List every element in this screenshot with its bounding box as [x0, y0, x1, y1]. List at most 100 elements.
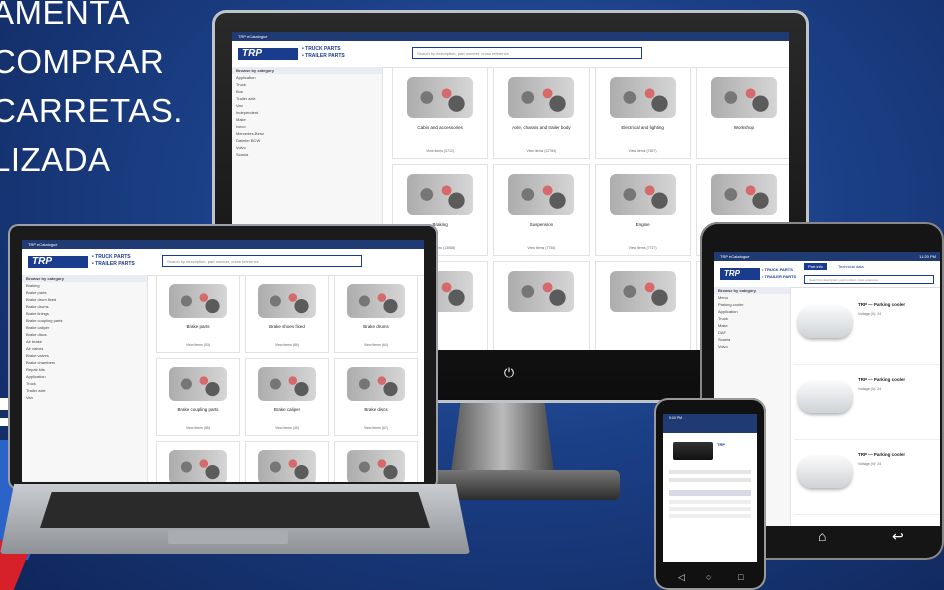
trp-logo[interactable]: TRP	[28, 256, 88, 268]
product-row[interactable]: TRP — Parking cooler Voltage (V): 24	[794, 290, 940, 365]
trp-logo[interactable]: TRP	[720, 268, 760, 280]
sidebar-item[interactable]: Browse by category	[232, 67, 382, 74]
sidebar-item[interactable]: Brake caliper	[22, 324, 147, 331]
view-items-link[interactable]: View items (3712)	[393, 149, 487, 153]
sidebar-item[interactable]: Trailer axle	[22, 387, 147, 394]
sidebar-item[interactable]: Application	[232, 74, 382, 81]
category-image	[508, 174, 575, 215]
power-icon[interactable]: ⏻	[502, 366, 516, 380]
product-image	[798, 306, 852, 338]
sidebar-item[interactable]: Parking cooler	[714, 301, 790, 308]
sidebar-item[interactable]: Mercedes-Benz	[232, 130, 382, 137]
table-row	[669, 500, 751, 504]
home-icon[interactable]: ⌂	[818, 528, 826, 544]
category-card[interactable]: Brake discs View items (67)	[334, 358, 418, 436]
sidebar-item[interactable]: Iveco	[232, 123, 382, 130]
category-card[interactable]: Brake shoes fixed View items (89)	[245, 275, 329, 353]
trp-logo[interactable]: TRP	[238, 48, 298, 60]
category-label: Brake drums	[363, 323, 389, 329]
category-label: Brake shoes fixed	[269, 323, 305, 329]
category-label: Brake caliper	[273, 406, 301, 412]
sidebar-item[interactable]: Make	[232, 116, 382, 123]
category-card[interactable]	[334, 441, 418, 482]
product-spec: Voltage (V): 24	[858, 312, 882, 316]
sidebar-item[interactable]: Repair kits	[22, 366, 147, 373]
sidebar-item[interactable]: Van	[232, 102, 382, 109]
view-items-link[interactable]: View items (58)	[157, 426, 239, 430]
category-card[interactable]: Brake drums View items (64)	[334, 275, 418, 353]
sidebar-item[interactable]: Independent	[232, 109, 382, 116]
sidebar-item[interactable]: Truck	[714, 315, 790, 322]
sidebar-item[interactable]: Trailer axle	[232, 95, 382, 102]
product-title: TRP — Parking cooler	[858, 377, 906, 382]
sidebar-item[interactable]: Browse by category	[714, 287, 790, 294]
sidebar-item[interactable]: Scania	[232, 151, 382, 158]
laptop-touchpad	[168, 530, 288, 544]
product-image	[673, 442, 713, 460]
product-row[interactable]: TRP — Parking cooler Voltage (V): 24	[794, 440, 940, 515]
sidebar-item[interactable]: Application	[22, 373, 147, 380]
category-image	[407, 174, 474, 215]
sidebar-item[interactable]: Scania	[714, 336, 790, 343]
sidebar-item[interactable]: Brake linings	[22, 310, 147, 317]
category-card[interactable]: Cabin and accessories View items (3712)	[392, 67, 489, 159]
category-card[interactable]: Brake parts View items (53)	[156, 275, 240, 353]
back-icon[interactable]: ↩	[892, 528, 904, 545]
category-card[interactable]	[245, 441, 329, 482]
view-items-link[interactable]: View items (7736)	[494, 246, 588, 250]
phone-nav-tabs[interactable]	[663, 423, 757, 433]
category-card[interactable]	[493, 261, 590, 350]
sidebar-item[interactable]: Menu	[714, 294, 790, 301]
category-card[interactable]: Engine View items (7727)	[594, 164, 691, 256]
category-card[interactable]: Axle, chassis and trailer body View items…	[493, 67, 590, 159]
site-topbar: TRP eCatalogue	[232, 32, 789, 41]
view-items-link[interactable]: View items (7727)	[596, 246, 690, 250]
sidebar-item[interactable]: Make	[714, 322, 790, 329]
search-input[interactable]: Search by description, part number, cros…	[162, 255, 362, 267]
sidebar-item[interactable]: Bus	[232, 88, 382, 95]
product-row[interactable]: TRP — Parking cooler Voltage (V): 24	[794, 365, 940, 440]
sidebar-item[interactable]: Volvo	[714, 343, 790, 350]
back-icon[interactable]: ◁	[678, 572, 685, 583]
view-items-link[interactable]: View items (12764)	[494, 149, 588, 153]
category-card[interactable]: Electrical and lighting View items (7827)	[594, 67, 691, 159]
sidebar-item[interactable]: Brake valves	[22, 352, 147, 359]
sidebar-item[interactable]: Browse by category	[22, 275, 147, 282]
sidebar-item[interactable]: Truck	[232, 81, 382, 88]
headline-line-4: LIZADA	[0, 141, 111, 178]
search-input[interactable]: Search by description, part number, cros…	[412, 47, 642, 59]
sidebar-item[interactable]: Brake drum fixed	[22, 296, 147, 303]
category-card[interactable]: Suspension View items (7736)	[493, 164, 590, 256]
sidebar-item[interactable]: Van	[22, 394, 147, 401]
sidebar-item[interactable]: Brake drums	[22, 303, 147, 310]
recent-icon[interactable]: □	[738, 572, 743, 582]
sidebar-item[interactable]: Daimler BCW	[232, 137, 382, 144]
view-items-link[interactable]: View items (67)	[335, 426, 417, 430]
tab-part-info[interactable]: Part info	[804, 263, 827, 270]
sidebar-item[interactable]: Volvo	[232, 144, 382, 151]
view-items-link[interactable]: View items (64)	[335, 343, 417, 347]
table-row	[669, 507, 751, 511]
sidebar-item[interactable]: Brake chambers	[22, 359, 147, 366]
sidebar-item[interactable]: Brake coupling parts	[22, 317, 147, 324]
search-input[interactable]: Search by description, part number, cros…	[804, 275, 934, 284]
sidebar-item[interactable]: Air brake	[22, 338, 147, 345]
sidebar-item[interactable]: Braking	[22, 282, 147, 289]
category-card[interactable]	[594, 261, 691, 350]
sidebar-item[interactable]: DAF	[714, 329, 790, 336]
sidebar-item[interactable]: Truck	[22, 380, 147, 387]
category-card[interactable]: Brake caliper View items (40)	[245, 358, 329, 436]
view-items-link[interactable]: View items (89)	[246, 343, 328, 347]
home-icon[interactable]: ○	[706, 572, 711, 582]
category-card[interactable]: Brake coupling parts View items (58)	[156, 358, 240, 436]
view-items-link[interactable]: View items (53)	[157, 343, 239, 347]
view-items-link[interactable]: View items (7827)	[596, 149, 690, 153]
sidebar-item[interactable]: Air valves	[22, 345, 147, 352]
sidebar-item[interactable]: Brake parts	[22, 289, 147, 296]
category-card[interactable]: Workshop	[695, 67, 789, 159]
tab-technical-data[interactable]: Technical data	[834, 263, 868, 270]
category-card[interactable]	[156, 441, 240, 482]
view-items-link[interactable]: View items (40)	[246, 426, 328, 430]
sidebar-item[interactable]: Application	[714, 308, 790, 315]
sidebar-item[interactable]: Brake discs	[22, 331, 147, 338]
